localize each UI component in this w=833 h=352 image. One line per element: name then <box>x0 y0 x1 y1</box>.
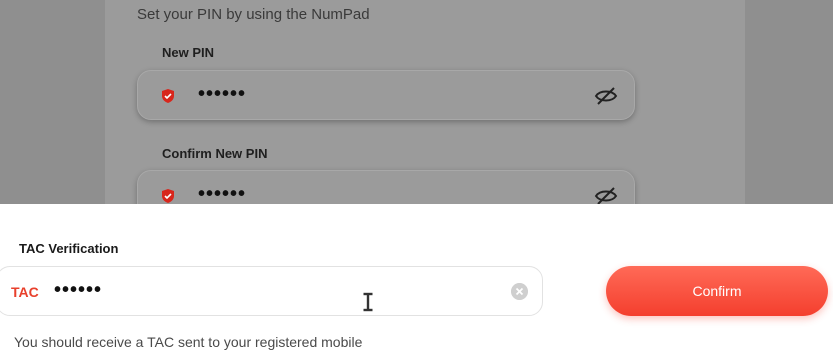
text-cursor-icon <box>363 292 373 312</box>
tac-prefix-label: TAC <box>11 284 39 300</box>
pin-hint-text: Set your PIN by using the NumPad <box>137 6 370 23</box>
new-pin-field[interactable]: •••••• <box>137 70 635 120</box>
tac-note: You should receive a TAC sent to your re… <box>14 334 363 350</box>
tac-title: TAC Verification <box>19 241 119 256</box>
shield-icon <box>162 89 174 103</box>
new-pin-value: •••••• <box>198 83 247 105</box>
confirm-pin-value: •••••• <box>198 183 247 205</box>
eye-off-icon[interactable] <box>594 85 618 107</box>
tac-input[interactable]: TAC •••••• <box>0 266 543 316</box>
shield-icon <box>162 189 174 203</box>
confirm-button[interactable]: Confirm <box>606 266 828 316</box>
tac-value: •••••• <box>54 279 103 301</box>
confirm-pin-label: Confirm New PIN <box>162 146 268 161</box>
new-pin-label: New PIN <box>162 45 215 60</box>
tac-bottom-sheet: TAC Verification TAC •••••• Confirm You … <box>0 204 833 352</box>
clear-icon[interactable] <box>511 283 528 300</box>
